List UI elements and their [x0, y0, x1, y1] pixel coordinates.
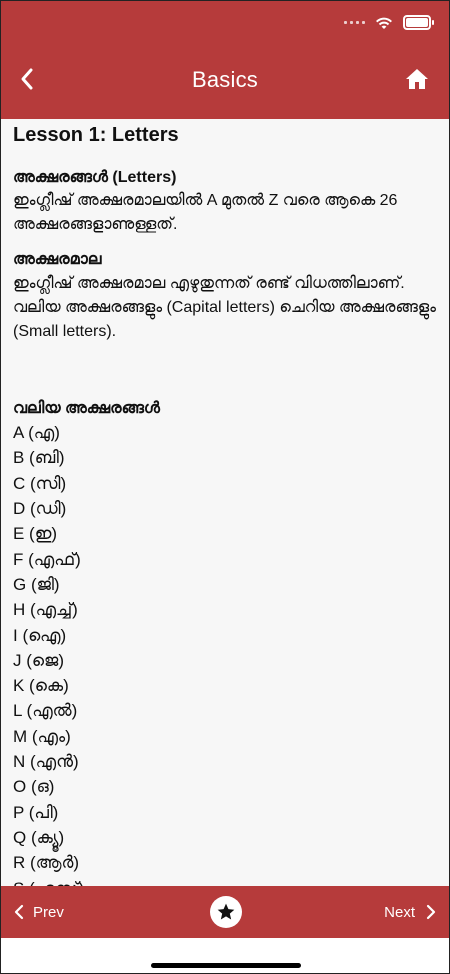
- lesson-content: Lesson 1: Letters അക്ഷരങ്ങൾ (Letters) ഇം…: [1, 119, 449, 886]
- section-text-alphabet: ഇംഗ്ലീഷ് അക്ഷരമാല എഴുതുന്നത് രണ്ട് വിധത്…: [13, 274, 436, 340]
- list-item: A (എ): [13, 423, 60, 443]
- list-item: K (കെ): [13, 676, 69, 696]
- chevron-right-icon: [426, 904, 436, 920]
- list-item: C (സി): [13, 473, 67, 493]
- list-item: I (ഐ): [13, 625, 67, 645]
- home-indicator-area: [1, 938, 449, 973]
- section-title-letters: അക്ഷരങ്ങൾ (Letters): [13, 169, 177, 186]
- home-icon: [406, 69, 428, 89]
- chevron-left-icon: [21, 68, 33, 90]
- list-item: S (എസ്): [13, 876, 437, 886]
- prev-label: Prev: [33, 903, 64, 921]
- bottom-nav: Prev Next: [1, 886, 449, 938]
- app-frame: Basics Lesson 1: Letters അക്ഷരങ്ങൾ (Lett…: [0, 0, 450, 974]
- section-text-letters: ഇംഗ്ലീഷ് അക്ഷരമാലയിൽ A മുതൽ Z വരെ ആകെ 26…: [13, 192, 398, 234]
- next-button[interactable]: Next: [384, 886, 437, 938]
- prev-button[interactable]: Prev: [13, 886, 64, 938]
- wifi-icon: [376, 17, 392, 29]
- status-bar: [344, 15, 434, 30]
- favorite-button[interactable]: [210, 896, 242, 928]
- chevron-left-icon: [14, 904, 24, 920]
- home-button[interactable]: [401, 63, 433, 95]
- list-item: E (ഇ): [13, 524, 58, 544]
- home-indicator[interactable]: [151, 963, 301, 968]
- back-button[interactable]: [11, 63, 43, 95]
- list-item: M (എം): [13, 726, 71, 746]
- list-item: B (ബി): [13, 448, 65, 468]
- list-item: Q (ക്യൂ): [13, 827, 65, 847]
- list-item: L (എൽ): [13, 701, 78, 721]
- list-item: G (ജി): [13, 574, 60, 594]
- star-icon: [217, 903, 235, 920]
- list-item: J (ജെ): [13, 650, 64, 670]
- app-header: Basics: [1, 1, 449, 119]
- signal-icon: [344, 21, 365, 24]
- list-item: F (എഫ്): [13, 549, 81, 569]
- list-item: D (ഡി): [13, 499, 67, 519]
- list-item: O (ഒ): [13, 777, 55, 797]
- capital-letters-title: വലിയ അക്ഷരങ്ങൾ: [13, 399, 160, 417]
- page-title: Basics: [192, 67, 258, 92]
- list-item: H (എച്ച്): [13, 600, 78, 620]
- lesson-title: Lesson 1: Letters: [13, 124, 179, 146]
- list-item: P (പി): [13, 802, 59, 822]
- letter-list: A (എ) B (ബി) C (സി) D (ഡി) E (ഇ) F (എഫ്)…: [13, 420, 437, 886]
- next-label: Next: [384, 903, 415, 921]
- list-item: R (ആർ): [13, 853, 80, 873]
- section-title-alphabet: അക്ഷരമാല: [13, 251, 102, 269]
- nav-row: Basics: [1, 59, 449, 101]
- battery-icon: [403, 15, 434, 30]
- list-item: N (എൻ): [13, 752, 79, 772]
